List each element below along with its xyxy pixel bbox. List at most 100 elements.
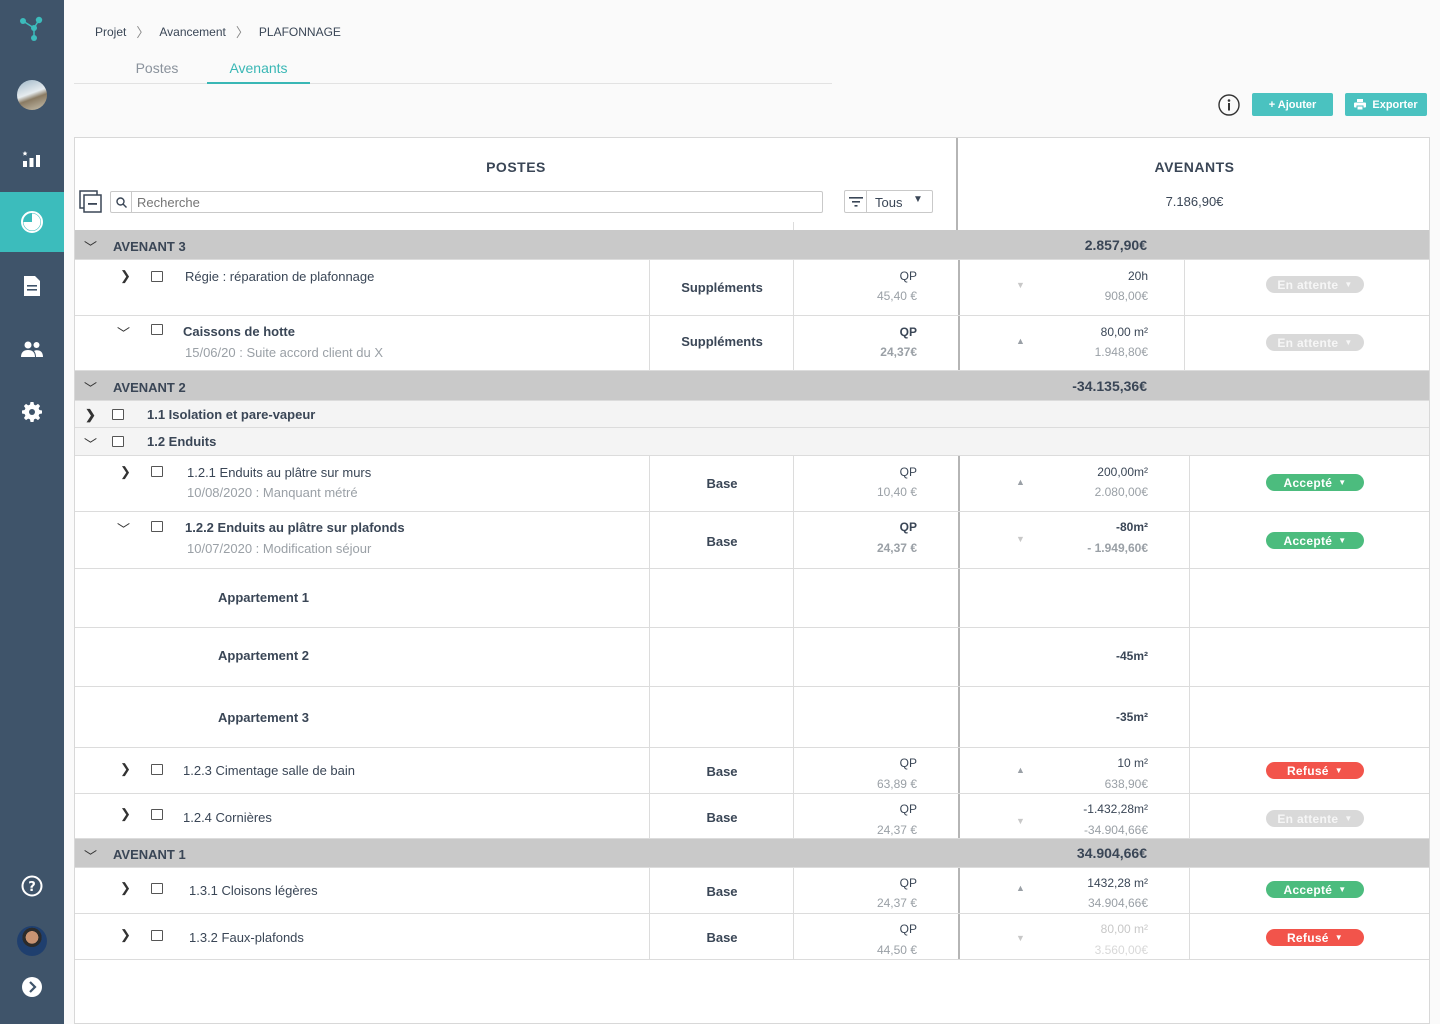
row-checkbox[interactable] <box>151 324 163 335</box>
add-button[interactable]: + Ajouter <box>1252 93 1333 116</box>
document-icon[interactable] <box>0 257 64 315</box>
table-row[interactable]: ❯ 1.3.1 Cloisons légères Base QP 24,37 €… <box>75 868 1429 914</box>
row-checkbox[interactable] <box>151 930 163 941</box>
group-avenant-2[interactable]: ﹀ AVENANT 2 -34.135,36€ <box>75 371 1429 401</box>
chevron-right-icon[interactable]: ❯ <box>85 407 96 423</box>
table-row[interactable]: ﹀ Caissons de hotte 15/06/20 : Suite acc… <box>75 316 1429 371</box>
caret-down-icon[interactable]: ▼ <box>1016 280 1025 290</box>
chevron-right-icon[interactable]: ❯ <box>120 806 131 822</box>
group-label: AVENANT 3 <box>113 239 186 254</box>
chevron-down-icon[interactable]: ﹀ <box>84 378 97 397</box>
unit-price: 45,40 € <box>876 289 917 303</box>
row-checkbox[interactable] <box>151 521 163 532</box>
search-field[interactable] <box>110 191 823 213</box>
filter-select[interactable]: Tous ▼ <box>844 190 933 213</box>
caret-up-icon[interactable]: ▲ <box>1016 883 1025 893</box>
tab-avenants[interactable]: Avenants <box>207 60 310 84</box>
postes-header: POSTES <box>486 159 546 175</box>
chevron-right-icon[interactable]: ❯ <box>120 880 131 896</box>
row-checkbox[interactable] <box>151 809 163 820</box>
poste-note: 10/08/2020 : Manquant métré <box>187 485 358 500</box>
collapse-all-icon[interactable] <box>79 190 103 219</box>
export-button[interactable]: Exporter <box>1345 93 1427 116</box>
status-badge[interactable]: Refusé ▼ <box>1266 929 1364 946</box>
table-row[interactable]: ❯ 1.2.1 Enduits au plâtre sur murs 10/08… <box>75 456 1429 512</box>
caret-down-icon[interactable]: ▼ <box>1016 534 1025 544</box>
status-label: Accepté <box>1283 475 1333 490</box>
table-row[interactable]: ❯ 1.3.2 Faux-plafonds Base QP 44,50 € ▼ … <box>75 914 1429 960</box>
caret-down-icon[interactable]: ▼ <box>1016 816 1025 826</box>
caret-up-icon[interactable]: ▲ <box>1016 765 1025 775</box>
chevron-right-icon[interactable]: ❯ <box>120 761 131 777</box>
unit: QP <box>899 922 917 936</box>
progress-pie-icon[interactable] <box>0 192 64 252</box>
group-avenant-3[interactable]: ﹀ AVENANT 3 2.857,90€ <box>75 230 1429 260</box>
poste-type: Base <box>706 930 738 945</box>
breadcrumb-projet[interactable]: Projet <box>95 25 126 39</box>
info-icon[interactable] <box>1218 94 1240 121</box>
unit-price: 24,37 € <box>876 823 917 837</box>
tab-postes[interactable]: Postes <box>127 60 187 84</box>
caret-down-icon: ▼ <box>1344 338 1353 347</box>
table-row[interactable]: ❯ Régie : réparation de plafonnage Suppl… <box>75 260 1429 316</box>
caret-up-icon[interactable]: ▲ <box>1016 336 1025 346</box>
status-label: En attente <box>1277 277 1339 292</box>
filter-icon <box>845 191 867 212</box>
caret-down-icon[interactable]: ▼ <box>1016 933 1025 943</box>
caret-up-icon[interactable]: ▲ <box>1016 477 1025 487</box>
row-checkbox[interactable] <box>112 436 124 447</box>
chevron-down-icon[interactable]: ﹀ <box>117 519 130 538</box>
chevron-down-icon[interactable]: ﹀ <box>84 846 97 865</box>
section-row[interactable]: ﹀ 1.2 Enduits <box>75 428 1429 456</box>
avenants-header: AVENANTS <box>1154 159 1235 175</box>
filter-value: Tous <box>875 195 903 210</box>
caret-down-icon: ▼ <box>1334 933 1344 942</box>
row-checkbox[interactable] <box>112 409 124 420</box>
status-badge[interactable]: Refusé ▼ <box>1266 762 1364 779</box>
row-checkbox[interactable] <box>151 466 163 477</box>
amount: 34.904,66€ <box>1087 896 1148 910</box>
amount: 1.948,80€ <box>1094 345 1148 359</box>
chevron-right-icon[interactable]: ❯ <box>120 927 131 943</box>
chevron-down-icon[interactable]: ﹀ <box>84 434 97 453</box>
status-label: Refusé <box>1286 930 1329 945</box>
status-badge[interactable]: Accepté ▼ <box>1266 532 1364 549</box>
chevron-right-icon[interactable]: ❯ <box>120 464 131 480</box>
row-checkbox[interactable] <box>151 883 163 894</box>
users-icon[interactable] <box>0 320 64 378</box>
table-row[interactable]: ❯ 1.2.4 Cornières Base QP 24,37 € ▼ -1.4… <box>75 794 1429 839</box>
settings-gear-icon[interactable] <box>0 383 64 441</box>
table-row[interactable]: ❯ 1.2.3 Cimentage salle de bain Base QP … <box>75 748 1429 794</box>
project-avatar[interactable] <box>0 66 64 124</box>
search-input[interactable] <box>137 194 817 210</box>
unit-price: 24,37€ <box>880 345 917 359</box>
sub-row[interactable]: Appartement 2 -45m² <box>75 628 1429 687</box>
status-badge[interactable]: En attente ▼ <box>1266 334 1364 351</box>
group-total: -34.135,36€ <box>1072 378 1147 394</box>
app-logo-icon[interactable] <box>0 0 64 58</box>
chevron-down-icon[interactable]: ﹀ <box>117 323 130 342</box>
row-checkbox[interactable] <box>151 271 163 282</box>
row-checkbox[interactable] <box>151 764 163 775</box>
chevron-down-icon[interactable]: ﹀ <box>84 237 97 256</box>
expand-sidebar-icon[interactable] <box>0 958 64 1016</box>
status-label: Accepté <box>1283 533 1333 548</box>
tab-bar: Postes Avenants <box>74 56 832 84</box>
table-row[interactable]: ﹀ 1.2.2 Enduits au plâtre sur plafonds 1… <box>75 512 1429 569</box>
breadcrumb-avancement[interactable]: Avancement <box>159 25 226 39</box>
unit-price: 44,50 € <box>876 943 917 957</box>
help-icon[interactable]: ? <box>0 857 64 915</box>
quantity: -1.432,28m² <box>1083 802 1148 816</box>
sub-row[interactable]: Appartement 1 <box>75 569 1429 628</box>
sub-row[interactable]: Appartement 3 -35m² <box>75 687 1429 748</box>
dashboard-icon[interactable] <box>0 130 64 188</box>
section-row[interactable]: ❯ 1.1 Isolation et pare-vapeur <box>75 401 1429 428</box>
group-avenant-1[interactable]: ﹀ AVENANT 1 34.904,66€ <box>75 839 1429 868</box>
status-badge[interactable]: En attente ▼ <box>1266 810 1364 827</box>
chevron-right-icon[interactable]: ❯ <box>120 268 131 284</box>
caret-down-icon: ▼ <box>1338 536 1347 545</box>
unit-price: 24,37 € <box>876 541 917 555</box>
status-badge[interactable]: En attente ▼ <box>1266 276 1364 293</box>
status-badge[interactable]: Accepté ▼ <box>1266 881 1364 898</box>
status-badge[interactable]: Accepté ▼ <box>1266 474 1364 491</box>
